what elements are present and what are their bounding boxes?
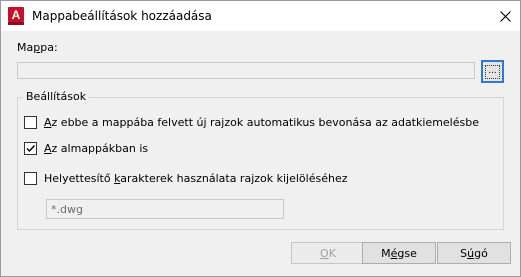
dialog-title: Mappabeállítások hozzáadása <box>32 9 212 23</box>
ok-button[interactable]: OK <box>291 242 365 264</box>
wildcard-pattern-field[interactable]: *.dwg <box>46 199 284 219</box>
folder-path-field[interactable] <box>17 62 475 79</box>
subfolders-option[interactable]: Az almappákban is <box>24 142 148 155</box>
wildcard-option[interactable]: Helyettesítő karakterek használata rajzo… <box>24 172 348 185</box>
subfolders-checkbox[interactable] <box>24 142 37 155</box>
dialog-window: A Mappabeállítások hozzáadása Mappa: ...… <box>0 0 521 277</box>
browse-button[interactable]: ... <box>481 60 504 83</box>
help-button[interactable]: Sú gó <box>437 242 511 264</box>
checkmark-icon <box>26 145 36 153</box>
title-bar: A Mappabeállítások hozzáadása <box>1 1 520 31</box>
browse-button-label: ... <box>485 64 500 79</box>
auto-include-label: Az ebbe a mappába felvett új rajzok auto… <box>44 116 479 129</box>
subfolders-label: Az almappákban is <box>44 142 149 155</box>
autocad-app-icon: A <box>8 7 24 25</box>
svg-text:A: A <box>12 8 21 22</box>
auto-include-checkbox[interactable] <box>24 116 37 129</box>
wildcard-label: Helyettesítő karakterek használata rajzo… <box>44 172 348 185</box>
folder-label: Mappa: <box>17 41 58 54</box>
wildcard-checkbox[interactable] <box>24 172 37 185</box>
auto-include-option[interactable]: Az ebbe a mappába felvett új rajzok auto… <box>24 116 479 129</box>
close-button[interactable] <box>490 1 520 31</box>
cancel-button[interactable]: Mé gse <box>362 242 436 264</box>
close-icon <box>499 10 511 22</box>
settings-group-label: Beállítások <box>23 90 90 103</box>
